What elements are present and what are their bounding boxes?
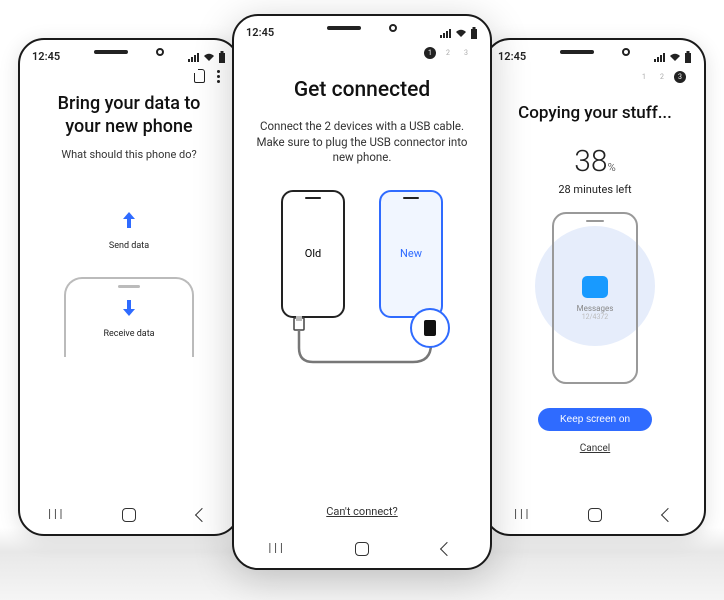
new-phone-illustration: New: [379, 190, 443, 318]
phone-screen-right: 12:45 1 2 3 Copying your stuff... 38% 28…: [484, 38, 706, 536]
phone-screen-center: 12:45 1 2 3 Get connected Connect the 2 …: [232, 14, 492, 570]
send-data-option[interactable]: Send data: [36, 209, 222, 251]
old-phone-illustration: Old: [281, 190, 345, 318]
step-1: 1: [424, 47, 436, 59]
new-phone-label: New: [400, 247, 422, 260]
page-title: Bring your data toyour new phone: [36, 93, 222, 138]
receive-label: Receive data: [103, 329, 154, 339]
step-1: 1: [638, 71, 650, 83]
signal-icon: [188, 52, 200, 62]
status-time: 12:45: [246, 26, 274, 39]
receive-data-option[interactable]: Receive data: [64, 277, 194, 357]
battery-icon: [684, 51, 692, 63]
send-label: Send data: [36, 241, 222, 251]
arrow-up-icon: [36, 209, 222, 237]
nav-back-button[interactable]: [187, 504, 217, 526]
page-subtitle: What should this phone do?: [36, 148, 222, 163]
more-options-icon[interactable]: [217, 70, 220, 83]
arrow-down-icon: [118, 297, 140, 325]
nav-back-button[interactable]: [432, 538, 462, 560]
step-3: 3: [674, 71, 686, 83]
nav-recents-button[interactable]: III: [262, 538, 292, 560]
usb-adapter-icon: [410, 308, 450, 348]
keep-screen-on-button[interactable]: Keep screen on: [538, 408, 652, 431]
device-notch: [560, 48, 630, 56]
page-title: Get connected: [250, 77, 474, 103]
current-item-count: 12/4372: [582, 313, 609, 321]
nav-home-button[interactable]: [114, 504, 144, 526]
status-time: 12:45: [32, 50, 60, 63]
nav-bar: III: [234, 530, 490, 568]
nav-bar: III: [20, 496, 238, 534]
page-title: Copying your stuff...: [502, 103, 688, 124]
wifi-icon: [669, 52, 681, 62]
messages-icon: [582, 276, 608, 298]
sd-card-icon[interactable]: [194, 69, 205, 83]
nav-back-button[interactable]: [653, 504, 683, 526]
devices-illustration: Old New: [250, 190, 474, 318]
step-indicator: 1 2 3: [486, 67, 704, 83]
step-2: 2: [442, 47, 454, 59]
battery-icon: [218, 51, 226, 63]
current-item-label: Messages: [577, 304, 614, 313]
signal-icon: [654, 52, 666, 62]
battery-icon: [470, 27, 478, 39]
cant-connect-link[interactable]: Can't connect?: [250, 505, 474, 518]
nav-recents-button[interactable]: III: [41, 504, 71, 526]
progress-percent: 38%: [502, 144, 688, 179]
page-subtitle: Connect the 2 devices with a USB cable. …: [250, 119, 474, 166]
step-3: 3: [460, 47, 472, 59]
device-notch: [327, 24, 397, 32]
device-notch: [94, 48, 164, 56]
cancel-link[interactable]: Cancel: [502, 443, 688, 454]
nav-home-button[interactable]: [347, 538, 377, 560]
wifi-icon: [455, 28, 467, 38]
progress-phone-illustration: Messages 12/4372: [552, 212, 638, 384]
time-remaining: 28 minutes left: [502, 183, 688, 196]
signal-icon: [440, 28, 452, 38]
status-time: 12:45: [498, 50, 526, 63]
nav-home-button[interactable]: [580, 504, 610, 526]
phone-screen-left: 12:45 Bring your data toyour new phone W…: [18, 38, 240, 536]
nav-recents-button[interactable]: III: [507, 504, 537, 526]
nav-bar: III: [486, 496, 704, 534]
step-indicator: 1 2 3: [234, 43, 490, 59]
step-2: 2: [656, 71, 668, 83]
old-phone-label: Old: [305, 247, 321, 260]
wifi-icon: [203, 52, 215, 62]
